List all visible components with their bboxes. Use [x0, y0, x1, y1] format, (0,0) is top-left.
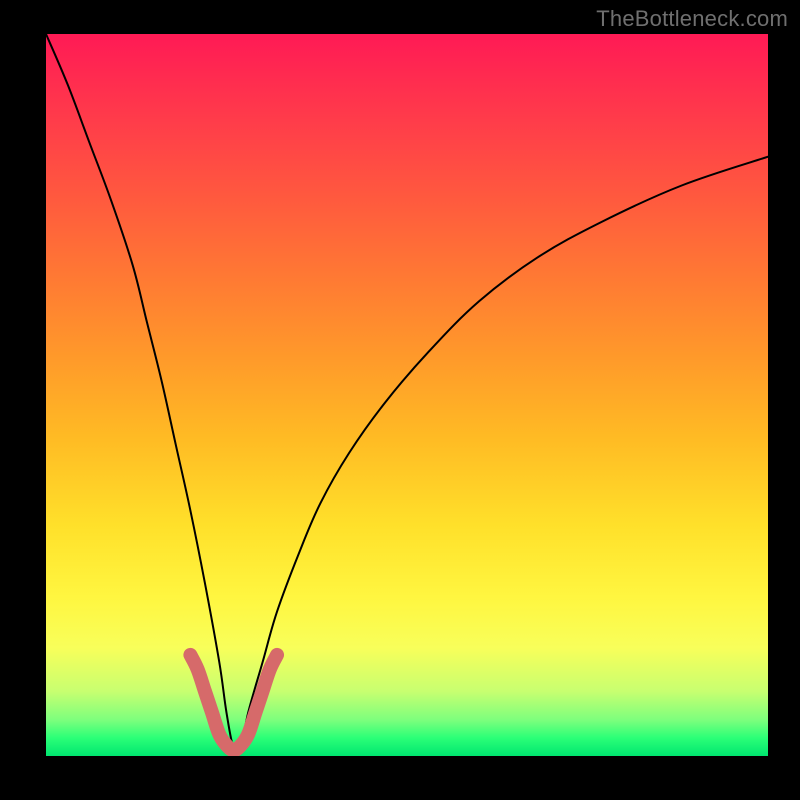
watermark-text: TheBottleneck.com — [596, 6, 788, 32]
highlight-segment-path — [190, 655, 277, 750]
bottleneck-curve-path — [46, 34, 768, 754]
chart-frame: TheBottleneck.com — [0, 0, 800, 800]
curve-layer — [46, 34, 768, 756]
plot-area — [46, 34, 768, 756]
